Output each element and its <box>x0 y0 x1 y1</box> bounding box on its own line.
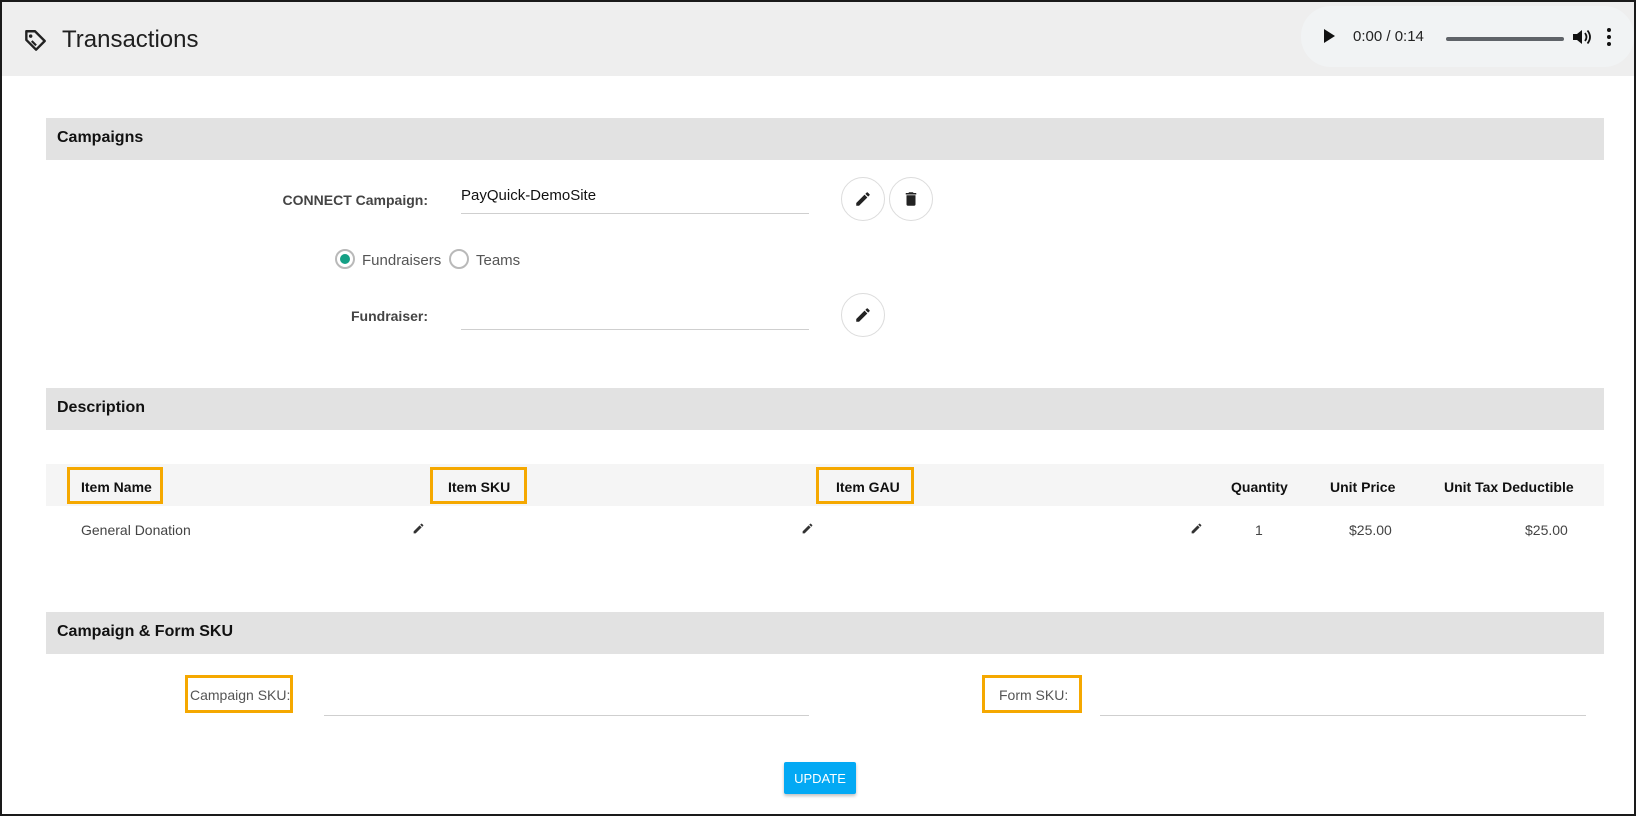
edit-campaign-button[interactable] <box>841 177 885 221</box>
campaign-sku-label: Campaign SKU: <box>190 687 291 703</box>
window-frame: Transactions 0:00 / 0:14 Campaigns CONNE… <box>0 0 1636 816</box>
form-sku-input[interactable] <box>1100 686 1586 716</box>
campaign-sku-input[interactable] <box>324 686 809 716</box>
audio-time: 0:00 / 0:14 <box>1353 28 1424 45</box>
highlight-item-sku <box>430 467 527 504</box>
form-sku-label: Form SKU: <box>999 687 1069 703</box>
pencil-icon[interactable] <box>1190 522 1203 535</box>
fundraiser-label: Fundraiser: <box>350 308 428 324</box>
pencil-icon[interactable] <box>801 522 814 535</box>
section-sku-header: Campaign & Form SKU <box>46 612 1604 654</box>
delete-campaign-button[interactable] <box>889 177 933 221</box>
radio-fundraisers-label[interactable]: Fundraisers <box>362 252 441 269</box>
play-icon[interactable] <box>1321 28 1337 44</box>
volume-icon[interactable] <box>1571 27 1593 47</box>
tag-icon <box>25 30 46 51</box>
column-unit-tax-deductible: Unit Tax Deductible <box>1444 479 1574 495</box>
cell-item-name: General Donation <box>81 522 191 538</box>
highlight-item-gau <box>816 467 914 504</box>
audio-player[interactable]: 0:00 / 0:14 <box>1301 6 1634 67</box>
column-quantity: Quantity <box>1231 479 1288 495</box>
update-button[interactable]: UPDATE <box>784 762 856 794</box>
section-description-header: Description <box>46 388 1604 430</box>
section-campaigns-header: Campaigns <box>46 118 1604 160</box>
cell-unit-price: $25.00 <box>1349 522 1392 538</box>
highlight-item-name <box>67 467 163 504</box>
connect-campaign-input[interactable]: PayQuick-DemoSite <box>461 184 809 214</box>
cell-unit-tax-deductible: $25.00 <box>1525 522 1568 538</box>
more-vert-icon[interactable] <box>1604 27 1614 47</box>
radio-fundraisers[interactable] <box>335 249 355 269</box>
column-unit-price: Unit Price <box>1330 479 1396 495</box>
pencil-icon <box>856 192 870 206</box>
edit-fundraiser-button[interactable] <box>841 293 885 337</box>
top-bar: Transactions 0:00 / 0:14 <box>2 2 1634 76</box>
page-title: Transactions <box>62 26 199 53</box>
connect-campaign-label: CONNECT Campaign: <box>282 192 428 208</box>
radio-teams[interactable] <box>449 249 469 269</box>
radio-teams-label[interactable]: Teams <box>476 252 520 269</box>
trash-icon <box>905 192 917 206</box>
fundraiser-input[interactable] <box>461 300 809 330</box>
pencil-icon[interactable] <box>412 522 425 535</box>
audio-progress-track[interactable] <box>1446 37 1564 41</box>
pencil-icon <box>856 308 870 322</box>
cell-quantity: 1 <box>1255 522 1263 538</box>
